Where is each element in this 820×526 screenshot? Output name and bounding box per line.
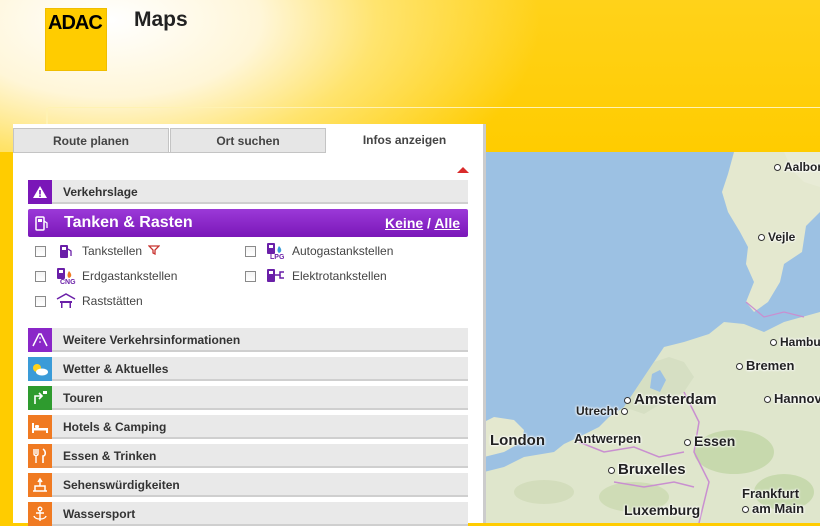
- bed-icon: [28, 415, 52, 439]
- fuel-pump-icon: [54, 242, 78, 260]
- map-label-amsterdam: Amsterdam: [624, 391, 717, 408]
- option-label: Erdgastankstellen: [82, 269, 178, 283]
- option-elektrotankstellen: Elektrotankstellen: [245, 266, 387, 286]
- tab-divider: [13, 152, 326, 153]
- section-label: Sehenswürdigkeiten: [63, 478, 180, 492]
- autogastankstellen-checkbox[interactable]: [245, 245, 256, 257]
- section-weitere-verkehrsinformationen[interactable]: Weitere Verkehrsinformationen: [28, 328, 468, 352]
- road-info-icon: [28, 328, 52, 352]
- option-tankstellen: Tankstellen: [35, 241, 161, 261]
- section-label: Wassersport: [63, 507, 136, 521]
- select-none-link[interactable]: Keine: [385, 215, 423, 231]
- map-label-luxemburg: Luxemburg: [624, 502, 701, 518]
- header-divider: [48, 107, 820, 108]
- landmark-icon: [28, 473, 52, 497]
- tab-ort-suchen[interactable]: Ort suchen: [170, 128, 326, 152]
- warning-icon: [28, 180, 52, 204]
- section-wassersport[interactable]: Wassersport: [28, 502, 468, 526]
- section-label: Hotels & Camping: [63, 420, 167, 434]
- section-wetter-aktuelles[interactable]: Wetter & Aktuelles: [28, 357, 468, 381]
- link-separator: /: [427, 215, 431, 231]
- tab-route-planen[interactable]: Route planen: [13, 128, 169, 152]
- select-links: Keine / Alle: [385, 215, 460, 231]
- filter-icon[interactable]: [147, 244, 161, 258]
- section-hotels-camping[interactable]: Hotels & Camping: [28, 415, 468, 439]
- map-label-frankfurt: Frankfurt am Main: [742, 486, 805, 516]
- section-label: Touren: [63, 391, 103, 405]
- collapse-arrow-icon[interactable]: [457, 167, 469, 173]
- section-touren[interactable]: Touren: [28, 386, 468, 410]
- map-view[interactable]: Aalborg Vejle Hamburg Bremen Amsterdam U…: [484, 152, 820, 523]
- cutlery-icon: [28, 444, 52, 468]
- adac-logo[interactable]: ADAC: [45, 8, 107, 71]
- erdgastankstellen-checkbox[interactable]: [35, 270, 46, 282]
- section-essen-trinken[interactable]: Essen & Trinken: [28, 444, 468, 468]
- option-label: Autogastankstellen: [292, 244, 394, 258]
- section-label: Essen & Trinken: [63, 449, 157, 463]
- option-label: Tankstellen: [82, 244, 143, 258]
- map-label-utrecht: Utrecht: [576, 404, 631, 418]
- map-label-london: London: [490, 432, 545, 449]
- anchor-icon: [28, 502, 52, 526]
- cng-pump-icon: CNG: [54, 267, 78, 286]
- lpg-pump-icon: LPG: [264, 242, 288, 261]
- info-panel: Route planen Ort suchen Infos anzeigen V…: [13, 124, 486, 526]
- map-label-bruxelles: Bruxelles: [608, 461, 686, 478]
- option-raststaetten: Raststätten: [35, 291, 143, 311]
- section-verkehrslage[interactable]: Verkehrslage: [28, 180, 468, 204]
- rest-stop-icon: [54, 292, 78, 310]
- section-sehenswuerdigkeiten[interactable]: Sehenswürdigkeiten: [28, 473, 468, 497]
- map-label-hannover: Hannover: [764, 391, 820, 406]
- option-label: Elektrotankstellen: [292, 269, 387, 283]
- app-title: Maps: [134, 8, 188, 31]
- panel-tabs: Route planen Ort suchen Infos anzeigen: [13, 124, 483, 153]
- map-label-vejle: Vejle: [758, 230, 795, 244]
- section-label: Verkehrslage: [63, 185, 138, 199]
- route-sign-icon: [28, 386, 52, 410]
- elektrotankstellen-checkbox[interactable]: [245, 270, 256, 282]
- map-label-aalborg: Aalborg: [774, 160, 820, 174]
- section-label: Wetter & Aktuelles: [63, 362, 169, 376]
- weather-icon: [28, 357, 52, 381]
- fuel-pump-icon: [32, 213, 52, 233]
- tankstellen-checkbox[interactable]: [35, 245, 46, 257]
- option-label: Raststätten: [82, 294, 143, 308]
- electric-pump-icon: [264, 267, 288, 285]
- section-label: Weitere Verkehrsinformationen: [63, 333, 241, 347]
- section-label: Tanken & Rasten: [64, 214, 193, 231]
- tab-infos-anzeigen[interactable]: Infos anzeigen: [326, 124, 483, 152]
- map-label-hamburg: Hamburg: [770, 335, 820, 349]
- select-all-link[interactable]: Alle: [434, 215, 460, 231]
- section-tanken-rasten[interactable]: Tanken & Rasten Keine / Alle: [28, 209, 468, 237]
- raststaetten-checkbox[interactable]: [35, 295, 46, 307]
- map-label-bremen: Bremen: [736, 358, 794, 373]
- option-erdgastankstellen: CNG Erdgastankstellen: [35, 266, 177, 286]
- map-label-antwerpen: Antwerpen: [574, 431, 642, 446]
- map-label-essen: Essen: [684, 433, 735, 449]
- option-autogastankstellen: LPG Autogastankstellen: [245, 241, 393, 261]
